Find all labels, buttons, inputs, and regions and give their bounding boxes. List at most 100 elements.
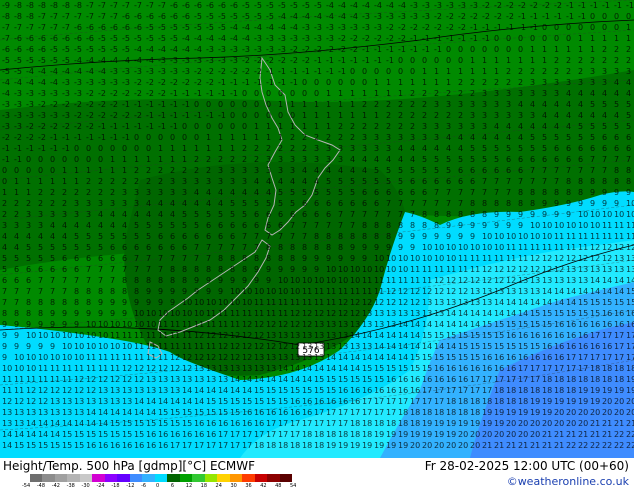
temperature-value: 2 bbox=[2, 210, 7, 219]
temperature-value: 4 bbox=[410, 144, 415, 153]
temperature-value: 10 bbox=[254, 287, 264, 296]
temperature-value: 0 bbox=[386, 67, 391, 76]
temperature-value: 14 bbox=[38, 430, 48, 439]
temperature-value: -6 bbox=[146, 12, 154, 21]
temperature-value: 0 bbox=[182, 133, 187, 142]
temperature-value: 7 bbox=[410, 210, 415, 219]
temperature-value: 11 bbox=[566, 232, 576, 241]
temperature-value: 0 bbox=[98, 144, 103, 153]
temperature-value: 0 bbox=[254, 100, 259, 109]
temperature-value: 2 bbox=[434, 89, 439, 98]
temperature-value: -4 bbox=[134, 56, 142, 65]
temperature-value: -3 bbox=[122, 67, 130, 76]
temperature-value: 21 bbox=[602, 430, 612, 439]
temperature-value: 14 bbox=[626, 276, 634, 285]
temperature-value: 3 bbox=[338, 144, 343, 153]
temperature-value: 14 bbox=[554, 287, 564, 296]
temperature-value: 8 bbox=[542, 188, 547, 197]
temperature-value: -3 bbox=[62, 111, 70, 120]
temperature-value: 20 bbox=[446, 441, 456, 450]
temperature-value: 17 bbox=[338, 419, 348, 428]
temperature-value: 11 bbox=[230, 320, 240, 329]
temperature-value: 19 bbox=[494, 408, 504, 417]
temperature-value: -8 bbox=[38, 1, 46, 10]
temperature-value: 0 bbox=[302, 89, 307, 98]
temperature-value: 19 bbox=[590, 397, 600, 406]
temperature-value: -3 bbox=[338, 23, 346, 32]
temperature-value: 15 bbox=[74, 430, 84, 439]
temperature-value: 18 bbox=[314, 430, 324, 439]
temperature-value: 12 bbox=[230, 342, 240, 351]
temperature-value: 16 bbox=[446, 375, 456, 384]
temperature-value: 6 bbox=[230, 232, 235, 241]
temperature-value: -3 bbox=[314, 23, 322, 32]
temperature-value: 12 bbox=[554, 254, 564, 263]
temperature-value: 16 bbox=[110, 441, 120, 450]
temperature-value: 10 bbox=[626, 199, 634, 208]
temperature-value: 20 bbox=[506, 419, 516, 428]
temperature-value: 7 bbox=[110, 276, 115, 285]
colorbar-tick-label: 12 bbox=[185, 483, 193, 489]
temperature-value: 10 bbox=[278, 287, 288, 296]
temperature-value: 1 bbox=[362, 111, 367, 120]
temperature-value: 4 bbox=[230, 188, 235, 197]
temperature-value: 1 bbox=[326, 122, 331, 131]
temperature-value: -2 bbox=[338, 34, 346, 43]
temperature-value: 15 bbox=[482, 320, 492, 329]
temperature-value: -5 bbox=[254, 12, 262, 21]
temperature-value: 3 bbox=[242, 166, 247, 175]
temperature-value: 11 bbox=[338, 287, 348, 296]
temperature-value: -1 bbox=[146, 122, 154, 131]
credit-link[interactable]: ©weatheronline.co.uk bbox=[507, 475, 629, 488]
temperature-value: 7 bbox=[542, 166, 547, 175]
temperature-value: 10 bbox=[98, 331, 108, 340]
temperature-value: -3 bbox=[410, 12, 418, 21]
temperature-value: -1 bbox=[158, 122, 166, 131]
temperature-value: 5 bbox=[434, 166, 439, 175]
temperature-value: -6 bbox=[50, 34, 58, 43]
temperature-value: 11 bbox=[458, 254, 468, 263]
temperature-value: 2 bbox=[278, 144, 283, 153]
temperature-value: 2 bbox=[614, 45, 619, 54]
temperature-value: 7 bbox=[62, 287, 67, 296]
temperature-value: 12 bbox=[242, 353, 252, 362]
temperature-value: 13 bbox=[350, 320, 360, 329]
temperature-value: 9 bbox=[182, 287, 187, 296]
temperature-value: -5 bbox=[122, 45, 130, 54]
temperature-value: 2 bbox=[362, 100, 367, 109]
temperature-value: -3 bbox=[86, 78, 94, 87]
temperature-value: 8 bbox=[530, 188, 535, 197]
temperature-value: 8 bbox=[242, 254, 247, 263]
temperature-value: 12 bbox=[278, 320, 288, 329]
temperature-value: -5 bbox=[50, 45, 58, 54]
temperature-value: 19 bbox=[458, 419, 468, 428]
temperature-value: 2 bbox=[398, 100, 403, 109]
temperature-value: 0 bbox=[314, 78, 319, 87]
temperature-value: 5 bbox=[398, 177, 403, 186]
temperature-value: -1 bbox=[314, 56, 322, 65]
temperature-value: 16 bbox=[290, 408, 300, 417]
temperature-value: 2 bbox=[602, 45, 607, 54]
temperature-value: -4 bbox=[86, 67, 94, 76]
temperature-value: 2 bbox=[350, 122, 355, 131]
temperature-value: 1 bbox=[578, 34, 583, 43]
temperature-value: 11 bbox=[470, 265, 480, 274]
temperature-value: 6 bbox=[602, 133, 607, 142]
temperature-value: 1 bbox=[338, 111, 343, 120]
temperature-value: 3 bbox=[590, 67, 595, 76]
temperature-value: 1 bbox=[434, 78, 439, 87]
temperature-value: 7 bbox=[506, 177, 511, 186]
temperature-value: 6 bbox=[266, 221, 271, 230]
temperature-value: 4 bbox=[254, 188, 259, 197]
temperature-value: 10 bbox=[278, 276, 288, 285]
colorbar-swatch bbox=[242, 474, 256, 482]
temperature-value: 14 bbox=[218, 386, 228, 395]
temperature-value: -4 bbox=[98, 56, 106, 65]
temperature-value: 14 bbox=[134, 408, 144, 417]
temperature-value: 6 bbox=[614, 133, 619, 142]
temperature-value: 9 bbox=[2, 320, 7, 329]
temperature-value: 13 bbox=[38, 408, 48, 417]
temperature-value: 2 bbox=[338, 122, 343, 131]
temperature-value: 14 bbox=[14, 430, 24, 439]
temperature-value: 4 bbox=[74, 221, 79, 230]
